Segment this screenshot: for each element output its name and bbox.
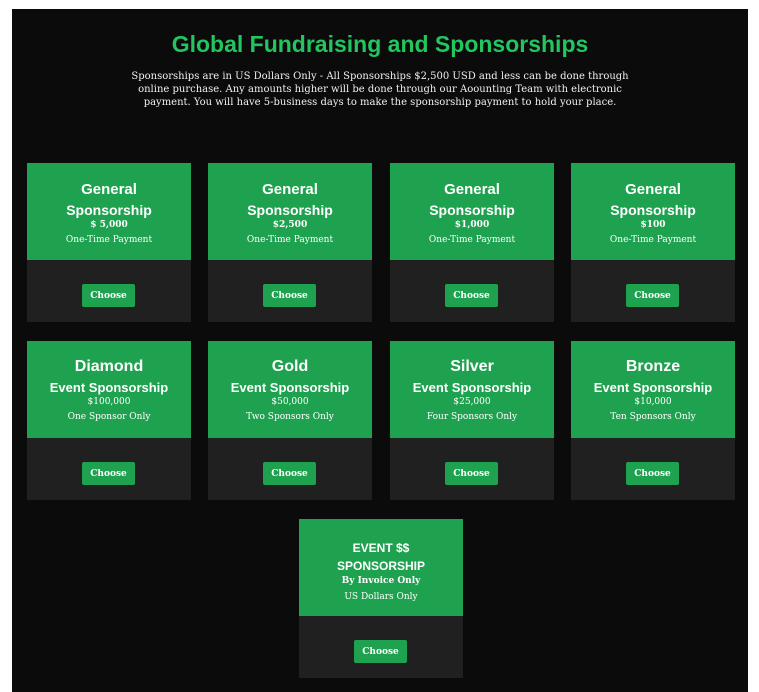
card-header: Gold Event Sponsorship $50,000 Two Spons… [208,341,372,438]
general-sponsorship-card-100: General Sponsorship $100 One-Time Paymen… [571,163,735,322]
choose-button[interactable]: Choose [82,284,135,307]
card-price: $1,000 [454,220,490,230]
card-header: General Sponsorship $100 One-Time Paymen… [571,163,735,260]
card-subtitle: SPONSORSHIP [336,559,426,573]
choose-button[interactable]: Choose [626,462,679,485]
page-title: Global Fundraising and Sponsorships [171,31,589,57]
card-note: One-Time Payment [609,235,697,245]
card-title: Silver [450,358,494,375]
card-title: Diamond [74,358,144,375]
card-title: General [81,181,137,198]
general-sponsorship-card-5000: General Sponsorship $ 5,000 One-Time Pay… [27,163,191,322]
card-subtitle: Sponsorship [247,202,333,218]
card-note: Ten Sponsors Only [610,412,696,422]
card-footer: Choose [27,438,191,500]
card-note: One-Time Payment [65,235,153,245]
card-subtitle: Event Sponsorship [49,380,169,395]
card-title: General [262,181,318,198]
card-footer: Choose [571,438,735,500]
card-subtitle: Event Sponsorship [230,380,350,395]
general-sponsorship-card-1000: General Sponsorship $1,000 One-Time Paym… [390,163,554,322]
card-note: One-Time Payment [246,235,334,245]
choose-button[interactable]: Choose [82,462,135,485]
card-footer: Choose [208,260,372,322]
diamond-sponsorship-card: Diamond Event Sponsorship $100,000 One S… [27,341,191,500]
card-note: Four Sponsors Only [426,412,518,422]
card-footer: Choose [299,616,463,678]
card-footer: Choose [390,260,554,322]
card-price: $2,500 [272,220,308,230]
choose-button[interactable]: Choose [263,462,316,485]
card-footer: Choose [27,260,191,322]
card-footer: Choose [390,438,554,500]
choose-button[interactable]: Choose [445,284,498,307]
card-footer: Choose [208,438,372,500]
card-subtitle: Sponsorship [610,202,696,218]
card-price: By Invoice Only [341,576,421,586]
card-subtitle: Event Sponsorship [412,380,532,395]
card-title: Gold [271,358,309,375]
card-header: Silver Event Sponsorship $25,000 Four Sp… [390,341,554,438]
card-header: Diamond Event Sponsorship $100,000 One S… [27,341,191,438]
card-header: EVENT $$ SPONSORSHIP By Invoice Only US … [299,519,463,616]
card-price: $50,000 [271,397,309,407]
choose-button[interactable]: Choose [263,284,316,307]
card-price: $100 [640,220,666,230]
card-note: One Sponsor Only [67,412,151,422]
card-title: EVENT $$ [352,541,410,555]
choose-button[interactable]: Choose [354,640,407,663]
card-subtitle: Sponsorship [66,202,152,218]
choose-button[interactable]: Choose [445,462,498,485]
card-title: General [625,181,681,198]
bronze-sponsorship-card: Bronze Event Sponsorship $10,000 Ten Spo… [571,341,735,500]
card-note: US Dollars Only [344,592,418,602]
gold-sponsorship-card: Gold Event Sponsorship $50,000 Two Spons… [208,341,372,500]
card-subtitle: Event Sponsorship [593,380,713,395]
card-subtitle: Sponsorship [429,202,515,218]
general-sponsorship-card-2500: General Sponsorship $2,500 One-Time Paym… [208,163,372,322]
choose-button[interactable]: Choose [626,284,679,307]
card-header: General Sponsorship $ 5,000 One-Time Pay… [27,163,191,260]
card-price: $25,000 [453,397,491,407]
card-price: $100,000 [87,397,131,407]
intro-text: Sponsorships are in US Dollars Only - Al… [131,71,629,108]
card-note: Two Sponsors Only [246,412,334,422]
card-header: Bronze Event Sponsorship $10,000 Ten Spo… [571,341,735,438]
card-footer: Choose [571,260,735,322]
card-price: $10,000 [634,397,672,407]
card-header: General Sponsorship $1,000 One-Time Paym… [390,163,554,260]
card-note: One-Time Payment [428,235,516,245]
card-header: General Sponsorship $2,500 One-Time Paym… [208,163,372,260]
card-price: $ 5,000 [90,220,128,230]
card-title: General [444,181,500,198]
invoice-sponsorship-card: EVENT $$ SPONSORSHIP By Invoice Only US … [299,519,463,678]
silver-sponsorship-card: Silver Event Sponsorship $25,000 Four Sp… [390,341,554,500]
sponsorship-panel: Global Fundraising and Sponsorships Spon… [12,9,748,692]
card-title: Bronze [625,358,681,375]
